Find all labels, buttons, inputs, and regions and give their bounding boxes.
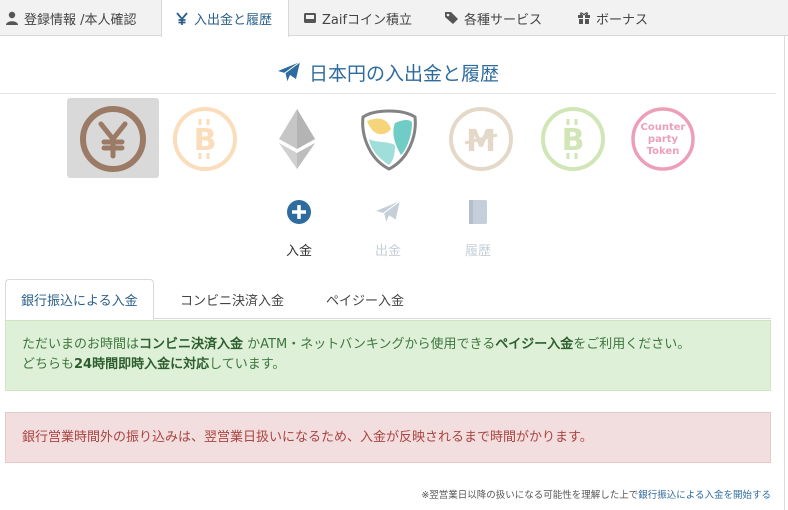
- currency-mona-button[interactable]: M: [447, 105, 515, 173]
- plus-circle-icon: [287, 200, 311, 224]
- tab-payeasy[interactable]: ペイジー入金: [311, 279, 419, 319]
- nem-icon: [361, 109, 417, 171]
- action-withdraw[interactable]: 出金: [358, 198, 418, 259]
- currency-xem-button[interactable]: [355, 105, 423, 173]
- tab-bank-transfer[interactable]: 銀行振込による入金: [5, 279, 154, 320]
- notice-text: をご利用ください。: [573, 337, 691, 352]
- tab-registration[interactable]: 登録情報 /本人確認: [0, 0, 160, 36]
- warning-text: 銀行営業時間外の振り込みは、翌営業日扱いになるため、入金が反映されるまで時間がか…: [22, 430, 593, 445]
- ethereum-icon: [279, 109, 315, 169]
- deposit-method-tabs: 銀行振込による入金 コンビニ決済入金 ペイジー入金: [5, 279, 771, 320]
- divider: [0, 93, 776, 94]
- action-deposit-label: 入金: [285, 244, 312, 259]
- notice-bold: コンビニ決済入金: [139, 337, 244, 352]
- tab-label: 入出金と履歴: [194, 13, 273, 28]
- action-withdraw-label: 出金: [374, 244, 401, 259]
- currency-bch-button[interactable]: B: [539, 105, 607, 173]
- send-icon: [376, 200, 401, 223]
- counterparty-line-2: party: [648, 134, 679, 145]
- scrollbar[interactable]: [784, 36, 788, 510]
- tab-zaif-coin[interactable]: Zaifコイン積立: [298, 0, 426, 36]
- svg-text:B: B: [194, 123, 217, 158]
- tab-label: Zaifコイン積立: [322, 12, 413, 28]
- yen-coin-icon: [80, 106, 146, 172]
- inbox-icon: [302, 10, 318, 26]
- warning-notice: 銀行営業時間外の振り込みは、翌営業日扱いになるため、入金が反映されるまで時間がか…: [5, 412, 771, 463]
- user-icon: [4, 10, 20, 26]
- tab-label: 各種サービス: [464, 12, 543, 28]
- notice-text: どちらも: [22, 357, 75, 372]
- action-history-label: 履歴: [464, 244, 491, 259]
- tab-label: 登録情報 /本人確認: [24, 12, 137, 28]
- tab-bonus[interactable]: ボーナス: [572, 0, 672, 36]
- top-nav: 登録情報 /本人確認 入出金と履歴 Zaifコイン積立 各種サービス ボーナス: [0, 0, 788, 37]
- action-history[interactable]: 履歴: [448, 198, 508, 259]
- tab-label: ボーナス: [596, 12, 649, 28]
- gift-icon: [576, 10, 592, 26]
- notice-text: ただいまのお時間は: [22, 337, 140, 352]
- action-deposit[interactable]: 入金: [269, 198, 329, 259]
- svg-text:B: B: [562, 123, 585, 158]
- monacoin-icon: M: [449, 107, 513, 171]
- counterparty-token-icon: Counter party Token: [631, 107, 695, 171]
- footnote: ※翌営業日以降の扱いになる可能性を理解した上で銀行振込による入金を開始する: [421, 487, 771, 501]
- page-title: 日本円の入出金と履歴: [0, 56, 776, 88]
- tab-convenience-store[interactable]: コンビニ決済入金: [165, 279, 299, 319]
- paper-plane-icon: [277, 61, 301, 83]
- notice-text: しています。: [209, 357, 286, 372]
- page-title-text: 日本円の入出金と履歴: [308, 62, 499, 85]
- currency-counterparty-button[interactable]: Counter party Token: [629, 105, 697, 173]
- notice-bold: 24時間即時入金に対応: [74, 357, 210, 372]
- book-icon: [469, 200, 487, 224]
- tab-deposit-history[interactable]: 入出金と履歴: [161, 0, 289, 37]
- currency-eth-button[interactable]: [263, 105, 331, 173]
- counterparty-line-1: Counter: [641, 122, 686, 133]
- start-bank-transfer-link[interactable]: 銀行振込による入金を開始する: [638, 490, 771, 501]
- currency-jpy-button[interactable]: [79, 105, 147, 173]
- notice-bold: ペイジー入金: [495, 337, 574, 352]
- bitcoin-cash-icon: B: [541, 107, 605, 171]
- bitcoin-icon: B: [173, 107, 237, 171]
- currency-btc-button[interactable]: B: [171, 105, 239, 173]
- counterparty-line-3: Token: [647, 146, 680, 157]
- success-notice: ただいまのお時間はコンビニ決済入金 かATM・ネットバンキングから使用できるペイ…: [5, 320, 771, 391]
- footnote-text: ※翌営業日以降の扱いになる可能性を理解した上で: [421, 490, 639, 501]
- tags-icon: [444, 10, 460, 26]
- tab-services[interactable]: 各種サービス: [440, 0, 560, 36]
- yen-icon: [174, 11, 190, 27]
- notice-text: かATM・ネットバンキングから使用できる: [243, 337, 496, 352]
